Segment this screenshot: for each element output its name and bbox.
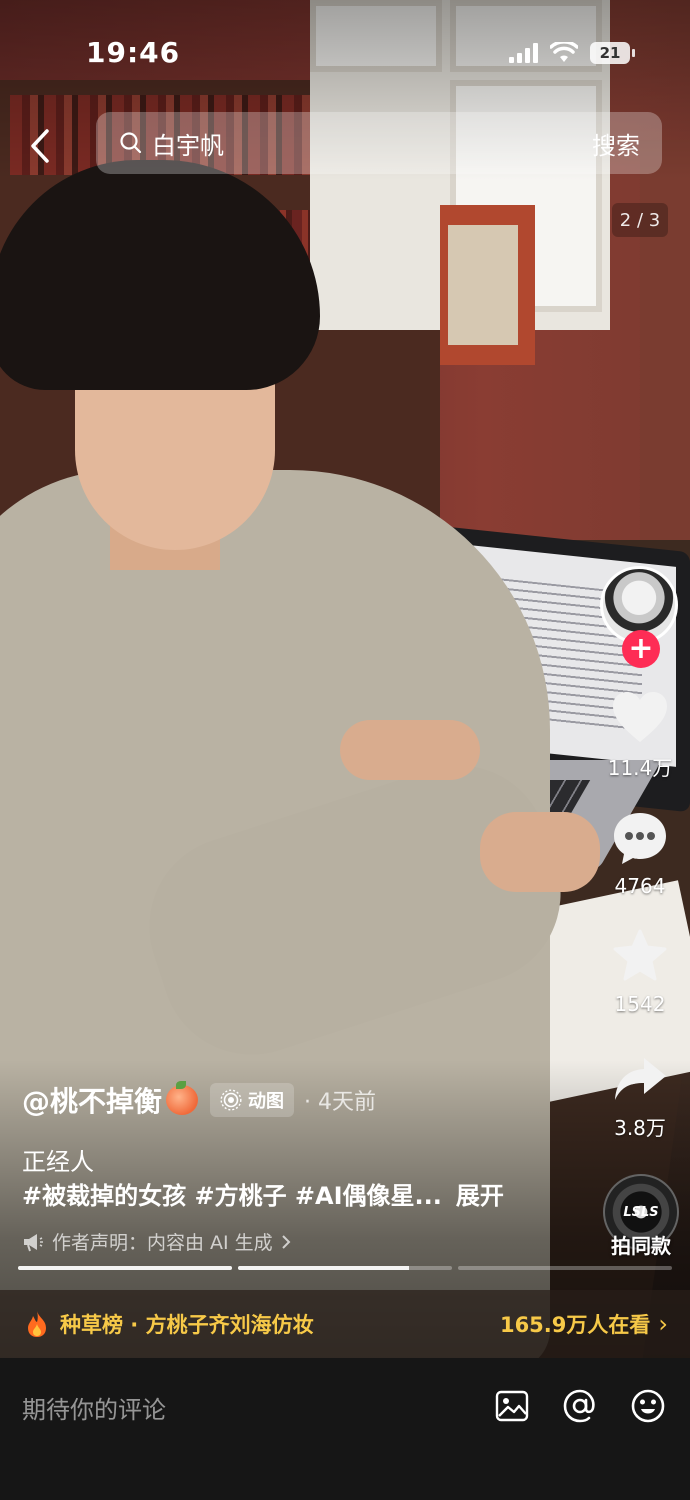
search-icon <box>118 130 144 156</box>
image-progress-bar <box>18 1266 672 1270</box>
video-screen[interactable]: 19:46 21 白宇帆 搜索 2 / 3 + 11.4万 4764 1542 … <box>0 0 690 1500</box>
status-time: 19:46 <box>86 36 181 69</box>
post-time: · 4天前 <box>304 1090 376 1115</box>
battery-icon: 21 <box>590 42 635 64</box>
emoji-face-icon <box>631 1389 665 1423</box>
favorite-count: 1542 <box>614 992 666 1016</box>
live-photo-icon <box>220 1089 242 1111</box>
search-bar[interactable]: 白宇帆 搜索 <box>96 112 662 174</box>
expand-button[interactable]: 展开 <box>456 1176 504 1211</box>
comment-bar <box>0 1358 690 1500</box>
star-icon <box>613 929 667 981</box>
comment-input[interactable]: 期待你的评论 <box>22 1390 166 1425</box>
at-sign-icon <box>563 1389 595 1423</box>
chevron-right-icon <box>281 1234 291 1249</box>
same-style-label: 拍同款 <box>611 1234 671 1258</box>
cellular-signal-icon <box>509 43 538 63</box>
ai-disclosure[interactable]: 作者声明：内容由 AI 生成 <box>22 1228 291 1255</box>
image-icon <box>495 1390 529 1422</box>
comment-count: 4764 <box>614 874 666 898</box>
viewer-count: 165.9万人在看 <box>499 1313 651 1337</box>
fire-icon <box>28 1311 46 1337</box>
peach-emoji-icon <box>166 1081 199 1115</box>
post-title: 正经人 <box>22 1148 94 1176</box>
trending-banner[interactable]: 种草榜 · 方桃子齐刘海仿妆 165.9万人在看 › <box>0 1290 690 1358</box>
progress-segment-1 <box>18 1266 232 1270</box>
animated-image-badge: 动图 <box>210 1083 295 1117</box>
image-picker-button[interactable] <box>492 1386 532 1426</box>
chevron-left-icon <box>31 129 49 163</box>
progress-segment-3 <box>458 1266 672 1270</box>
same-style-button[interactable]: LSLS 拍同款 <box>603 1174 679 1259</box>
hashtag-list[interactable]: #被裁掉的女孩 #方桃子 #AI偶像星... <box>22 1176 442 1211</box>
author-name[interactable]: @桃不掉衡 <box>22 1080 162 1120</box>
like-count: 11.4万 <box>607 756 673 780</box>
search-button[interactable]: 搜索 <box>592 126 640 161</box>
heart-icon <box>613 692 667 742</box>
video-frame-photo[interactable] <box>0 0 690 1358</box>
wifi-icon <box>550 42 578 62</box>
share-count: 3.8万 <box>614 1116 666 1140</box>
banner-title: 种草榜 · 方桃子齐刘海仿妆 <box>60 1313 314 1337</box>
megaphone-icon <box>24 1233 43 1251</box>
image-page-indicator: 2 / 3 <box>612 203 668 237</box>
comment-button[interactable]: 4764 <box>595 810 685 898</box>
favorite-button[interactable]: 1542 <box>595 928 685 1016</box>
emoji-button[interactable] <box>628 1386 668 1426</box>
post-tags: #被裁掉的女孩 #方桃子 #AI偶像星... 展开 <box>22 1176 504 1211</box>
share-arrow-icon <box>615 1058 666 1100</box>
follow-button[interactable]: + <box>622 630 660 668</box>
mention-button[interactable] <box>560 1386 600 1426</box>
chevron-right-icon: › <box>658 1310 668 1338</box>
search-input[interactable]: 白宇帆 <box>152 126 592 161</box>
back-button[interactable] <box>22 126 58 166</box>
share-button[interactable]: 3.8万 <box>595 1054 685 1141</box>
comment-bubble-icon <box>614 813 666 864</box>
like-button[interactable]: 11.4万 <box>595 690 685 781</box>
progress-segment-2 <box>238 1266 452 1270</box>
author-row: @桃不掉衡 动图 · 4天前 <box>22 1080 376 1120</box>
status-icons: 21 <box>509 42 635 64</box>
